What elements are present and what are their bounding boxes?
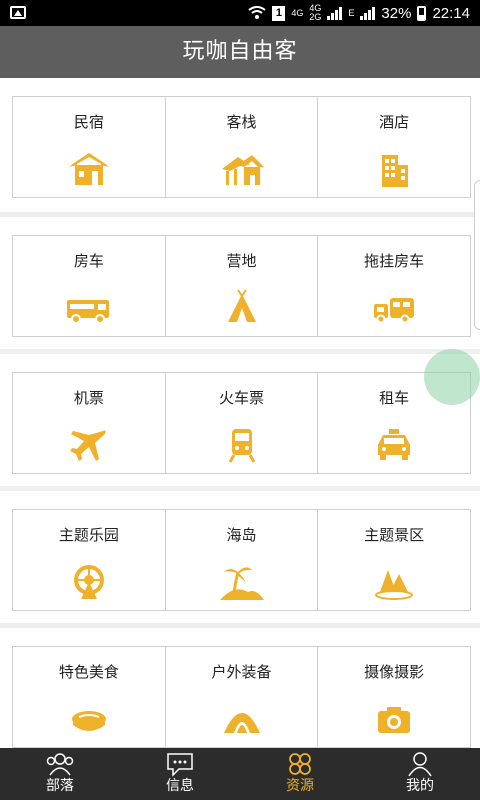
- page-title: 玩咖自由客: [0, 26, 480, 78]
- train-icon: [228, 429, 255, 463]
- category-island[interactable]: 海岛: [166, 510, 319, 610]
- category-label: 拖挂房车: [364, 252, 425, 270]
- category-scenic-area[interactable]: 主题景区: [318, 510, 470, 610]
- food-icon: [71, 711, 106, 731]
- sim-slot-badge: 1: [272, 5, 286, 21]
- network-e-label: E: [348, 7, 355, 18]
- camera-icon: [378, 707, 411, 733]
- network-2g-small-label: 2G: [309, 12, 322, 22]
- trailer-rv-icon: [374, 298, 415, 324]
- taxi-icon: [378, 429, 411, 460]
- people-icon: [46, 753, 74, 776]
- category-guesthouse[interactable]: 民宿: [13, 97, 166, 197]
- gallery-notification-icon: [10, 6, 26, 19]
- dual-network-indicator: 4G 2G: [309, 4, 321, 22]
- category-label: 户外装备: [211, 663, 272, 681]
- category-train-tickets[interactable]: 火车票: [166, 373, 319, 473]
- category-label: 摄像摄影: [364, 663, 425, 681]
- battery-percent: 32%: [381, 4, 412, 22]
- clock: 22:14: [432, 4, 470, 22]
- category-campsite[interactable]: 营地: [166, 236, 319, 336]
- category-label: 酒店: [379, 113, 410, 131]
- category-label: 主题乐园: [58, 526, 119, 544]
- message-icon: [167, 753, 193, 777]
- battery-icon: [417, 5, 427, 21]
- section-attractions: 主题乐园 海岛 主题景区: [0, 491, 480, 623]
- inn-icon: [221, 155, 264, 185]
- category-label: 海岛: [226, 526, 257, 544]
- tab-profile[interactable]: 我的: [360, 748, 480, 800]
- category-outdoor-gear[interactable]: 户外装备: [166, 647, 319, 747]
- category-label: 房车: [73, 252, 104, 270]
- category-label: 客栈: [226, 113, 257, 131]
- category-rv[interactable]: 房车: [13, 236, 166, 336]
- resource-grid[interactable]: 民宿 客栈 酒店 房车 营地 拖挂房车 机票 火车票 租车 主题乐园 海岛 主题…: [0, 78, 480, 748]
- airplane-icon: [69, 430, 106, 461]
- network-4g-label: 4G: [291, 7, 304, 18]
- category-inn[interactable]: 客栈: [166, 97, 319, 197]
- section-extras: 特色美食 户外装备 摄像摄影: [0, 628, 480, 748]
- section-lodging: 民宿 客栈 酒店: [0, 78, 480, 212]
- tab-label: 部落: [46, 778, 74, 794]
- category-trailer-rv[interactable]: 拖挂房车: [318, 236, 470, 336]
- signal-bars-icon-2: [360, 6, 376, 20]
- status-bar: 1 4G 4G 2G E 32% 22:14: [0, 0, 480, 26]
- clover-icon: [289, 753, 311, 775]
- category-hotel[interactable]: 酒店: [318, 97, 470, 197]
- section-rv: 房车 营地 拖挂房车: [0, 217, 480, 349]
- category-theme-park[interactable]: 主题乐园: [13, 510, 166, 610]
- category-photography[interactable]: 摄像摄影: [318, 647, 470, 747]
- tab-resources[interactable]: 资源: [240, 748, 360, 800]
- category-label: 主题景区: [364, 526, 425, 544]
- tab-label: 资源: [286, 778, 314, 794]
- category-label: 民宿: [73, 113, 104, 131]
- category-label: 火车票: [219, 389, 265, 407]
- rv-icon: [66, 300, 109, 324]
- category-label: 特色美食: [58, 663, 119, 681]
- wifi-icon: [248, 6, 266, 19]
- tab-label: 信息: [166, 778, 194, 794]
- edge-panel-handle[interactable]: [474, 180, 480, 330]
- bottom-tab-bar: 部落 信息 资源 我的: [0, 748, 480, 800]
- hotel-icon: [382, 155, 409, 187]
- category-flights[interactable]: 机票: [13, 373, 166, 473]
- profile-icon: [408, 752, 432, 777]
- scenic-area-icon: [375, 570, 414, 600]
- ferris-wheel-icon: [73, 565, 104, 599]
- tab-messages[interactable]: 信息: [120, 748, 240, 800]
- tab-label: 我的: [406, 778, 434, 794]
- floating-assistive-touch-button[interactable]: [424, 349, 480, 405]
- outdoor-gear-icon: [223, 713, 260, 733]
- category-label: 营地: [226, 252, 257, 270]
- section-transport: 机票 火车票 租车: [0, 354, 480, 486]
- category-label: 机票: [73, 389, 104, 407]
- guesthouse-icon: [68, 153, 109, 185]
- island-icon: [219, 567, 264, 600]
- tab-tribe[interactable]: 部落: [0, 748, 120, 800]
- category-local-food[interactable]: 特色美食: [13, 647, 166, 747]
- tent-icon: [227, 289, 256, 322]
- signal-bars-icon-1: [327, 6, 343, 20]
